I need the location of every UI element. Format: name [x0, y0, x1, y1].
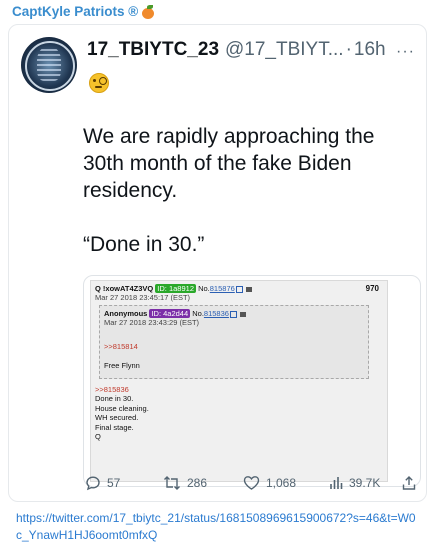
post-no-label: No.	[198, 284, 210, 293]
quoted-post-no-label: No.	[192, 309, 204, 318]
quoted-post-header: Anonymous ID: 4a2d44 No.815836	[104, 309, 246, 318]
post-body-line: Done in 30.	[95, 394, 134, 403]
separator: ·	[345, 39, 352, 60]
retweet-icon	[164, 476, 180, 490]
heart-icon	[243, 476, 260, 490]
author-line: 17_TBIYTC_23 @17_TBIYT... · 16h ···	[87, 39, 417, 61]
views-count: 39.7K	[349, 476, 381, 490]
post-reply-ref: >>815836	[95, 385, 129, 394]
avatar[interactable]	[21, 37, 77, 93]
like-button[interactable]: 1,068	[243, 475, 296, 491]
quoted-post: Anonymous ID: 4a2d44 No.815836 Mar 27 20…	[99, 305, 369, 379]
monocle-face-icon	[89, 73, 109, 93]
views-button[interactable]: 39.7K	[329, 475, 380, 491]
quoted-post-id-tag: ID: 4a2d44	[149, 309, 191, 318]
post-number: 815876	[209, 284, 235, 293]
folder-icon	[245, 286, 252, 292]
share-button[interactable]	[401, 475, 417, 491]
retweet-button[interactable]: 286	[163, 475, 207, 491]
tweet-link[interactable]: https://twitter.com/17_tbiytc_21/status/…	[16, 510, 416, 544]
quoted-post-author: Anonymous	[104, 309, 148, 318]
post-body-line: House cleaning.	[95, 403, 149, 413]
embedded-post: Q !xowAT4Z3VQ ID: 1a8912 No.815876 970 M…	[90, 280, 388, 482]
quoted-post-reply-ref: >>815814	[104, 342, 138, 351]
retweet-count: 286	[187, 476, 208, 490]
post-body-line: Q	[95, 432, 101, 441]
display-name[interactable]: 17_TBIYTC_23	[87, 39, 219, 61]
timestamp[interactable]: 16h	[354, 39, 386, 61]
post-id-tag: ID: 1a8912	[155, 284, 196, 293]
channel-header[interactable]: CaptKyle Patriots ®	[12, 4, 155, 19]
tweet-text: We are rapidly approaching the 30th mont…	[83, 123, 413, 258]
folder-icon	[239, 311, 246, 317]
analytics-icon	[330, 477, 343, 489]
post-body-line: Final stage.	[95, 422, 134, 432]
like-count: 1,068	[266, 476, 297, 490]
peach-icon	[141, 4, 155, 19]
tweet-text-line-2: “Done in 30.”	[83, 233, 205, 256]
post-author: Q !xowAT4Z3VQ	[95, 284, 154, 293]
reply-button[interactable]: 57	[85, 475, 120, 491]
reply-icon	[86, 476, 100, 491]
post-header: Q !xowAT4Z3VQ ID: 1a8912 No.815876	[95, 284, 252, 293]
tweet-text-line-1: We are rapidly approaching the 30th mont…	[83, 125, 375, 202]
post-body-line: WH secured.	[95, 413, 139, 422]
tweet-card[interactable]: 17_TBIYTC_23 @17_TBIYT... · 16h ··· We a…	[8, 24, 427, 502]
more-icon[interactable]: ···	[396, 43, 415, 61]
external-link-icon	[229, 310, 237, 318]
media-image[interactable]: Q !xowAT4Z3VQ ID: 1a8912 No.815876 970 M…	[83, 275, 421, 487]
handle[interactable]: @17_TBIYT...	[225, 39, 344, 61]
post-body: Done in 30. House cleaning. WH secured. …	[95, 394, 149, 442]
reply-count: 57	[107, 476, 121, 490]
quoted-post-date: Mar 27 2018 23:43:29 (EST)	[104, 318, 200, 327]
quoted-post-message: Free Flynn	[104, 361, 140, 370]
quoted-post-number: 815836	[203, 309, 229, 318]
channel-name[interactable]: CaptKyle Patriots ®	[12, 4, 138, 19]
action-bar: 57 286 1,068 39.7K	[83, 473, 419, 493]
post-count: 970	[365, 284, 379, 293]
external-link-icon	[235, 285, 243, 293]
post-date: Mar 27 2018 23:45:17 (EST)	[95, 293, 191, 302]
share-icon	[402, 476, 416, 490]
